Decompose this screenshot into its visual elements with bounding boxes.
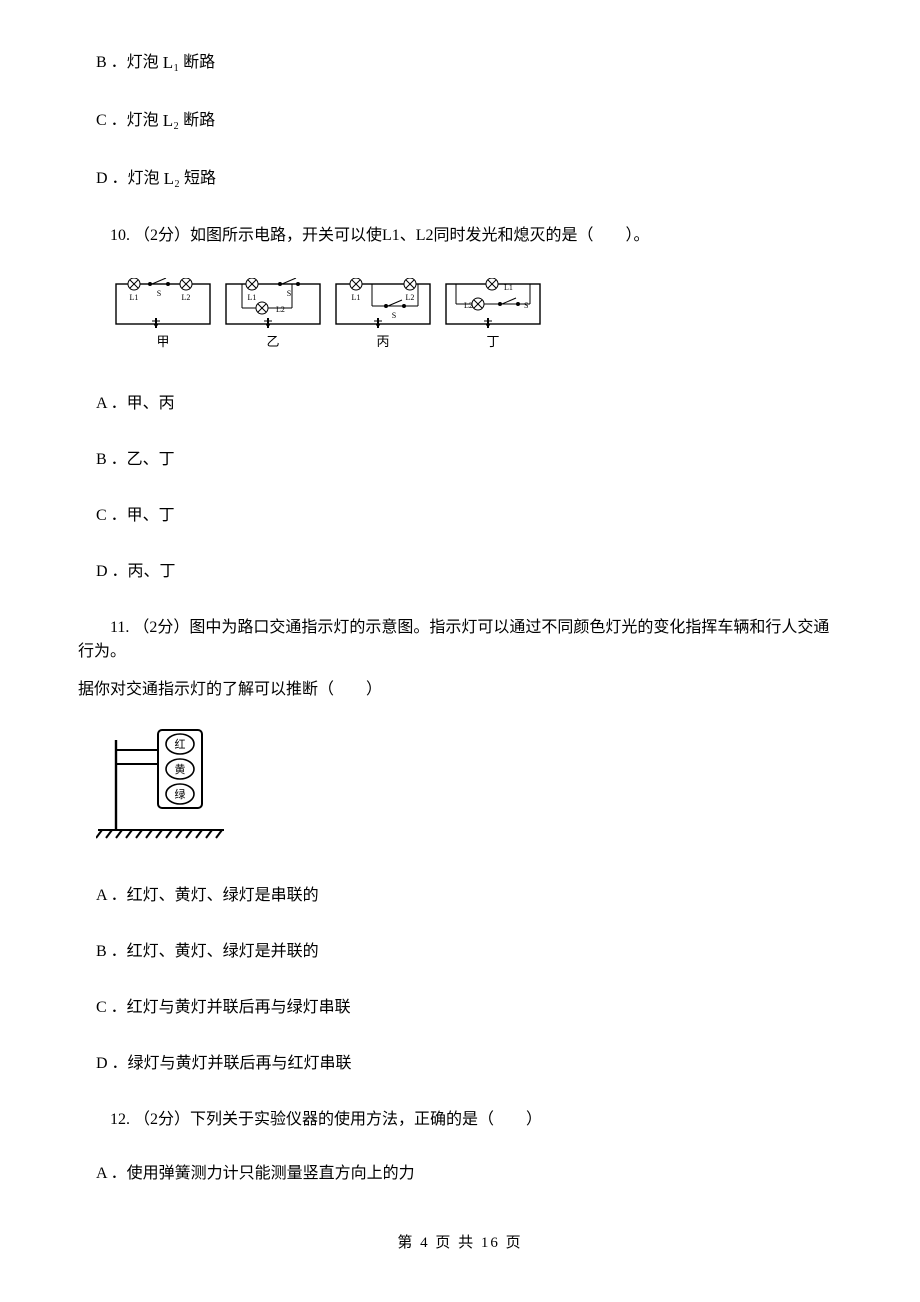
circuit-bing-label: 丙 <box>376 332 389 352</box>
circuit-ding-icon: L1 L2 S <box>442 278 544 330</box>
svg-text:S: S <box>524 301 528 310</box>
q10-stem: 10. （2分）如图所示电路，开关可以使L1、L2同时发光和熄灭的是（ ）。 <box>78 224 842 248</box>
q11-option-a: A ．红灯、黄灯、绿灯是串联的 <box>78 884 842 908</box>
svg-text:L2: L2 <box>276 305 285 314</box>
q9-option-c-suffix: 断路 <box>179 112 215 129</box>
svg-text:L1: L1 <box>504 283 513 292</box>
traffic-light-icon: 红 黄 绿 <box>96 726 236 846</box>
q9-option-d-prefix: D ．灯泡 <box>96 170 164 187</box>
circuit-yi-icon: L1 S L2 <box>222 278 324 330</box>
q9-option-b-suffix: 断路 <box>179 54 215 71</box>
circuit-yi-label: 乙 <box>266 332 279 352</box>
svg-text:S: S <box>392 311 396 320</box>
q11-option-b: B ．红灯、黄灯、绿灯是并联的 <box>78 940 842 964</box>
svg-text:L2: L2 <box>406 293 415 302</box>
svg-text:L1: L1 <box>352 293 361 302</box>
q10-option-c: C ．甲、丁 <box>78 504 842 528</box>
q10-circuit-diagrams: L1 S L2 甲 L1 S L2 乙 L1 L2 <box>78 278 842 352</box>
sub-l2-icon: L2 <box>163 108 179 134</box>
svg-text:红: 红 <box>175 738 186 751</box>
svg-text:L1: L1 <box>248 293 257 302</box>
sub-l1-icon: L1 <box>163 50 179 76</box>
q11-stem-line1: 11. （2分）图中为路口交通指示灯的示意图。指示灯可以通过不同颜色灯光的变化指… <box>78 616 842 664</box>
q9-option-d: D ．灯泡 L2 短路 <box>78 166 842 192</box>
q10-option-a: A ．甲、丙 <box>78 392 842 416</box>
svg-text:L2: L2 <box>464 301 473 310</box>
q9-option-b: B ．灯泡 L1 断路 <box>78 50 842 76</box>
circuit-bing-icon: L1 L2 S <box>332 278 434 330</box>
svg-text:绿: 绿 <box>175 787 186 801</box>
circuit-jia-icon: L1 S L2 <box>112 278 214 330</box>
q11-traffic-diagram: 红 黄 绿 <box>78 726 842 854</box>
q10-option-b: B ．乙、丁 <box>78 448 842 472</box>
sub-l2b-icon: L2 <box>164 166 180 192</box>
circuit-ding-label: 丁 <box>486 332 499 352</box>
q9-option-c-prefix: C ．灯泡 <box>96 112 163 129</box>
q11-option-d: D ．绿灯与黄灯并联后再与红灯串联 <box>78 1052 842 1076</box>
svg-text:黄: 黄 <box>175 762 186 776</box>
q11-option-c: C ．红灯与黄灯并联后再与绿灯串联 <box>78 996 842 1020</box>
svg-text:S: S <box>157 289 161 298</box>
q9-option-b-prefix: B ．灯泡 <box>96 54 163 71</box>
q9-option-c: C ．灯泡 L2 断路 <box>78 108 842 134</box>
circuit-jia-label: 甲 <box>156 332 169 352</box>
svg-text:S: S <box>287 289 291 298</box>
svg-text:L2: L2 <box>182 293 191 302</box>
page-footer: 第 4 页 共 16 页 <box>0 1232 920 1255</box>
q12-stem: 12. （2分）下列关于实验仪器的使用方法，正确的是（ ） <box>78 1108 842 1132</box>
q12-option-a: A ．使用弹簧测力计只能测量竖直方向上的力 <box>78 1162 842 1186</box>
q9-option-d-suffix: 短路 <box>180 170 216 187</box>
svg-text:L1: L1 <box>130 293 139 302</box>
q10-option-d: D ．丙、丁 <box>78 560 842 584</box>
q11-stem-line2: 据你对交通指示灯的了解可以推断（ ） <box>78 678 842 702</box>
